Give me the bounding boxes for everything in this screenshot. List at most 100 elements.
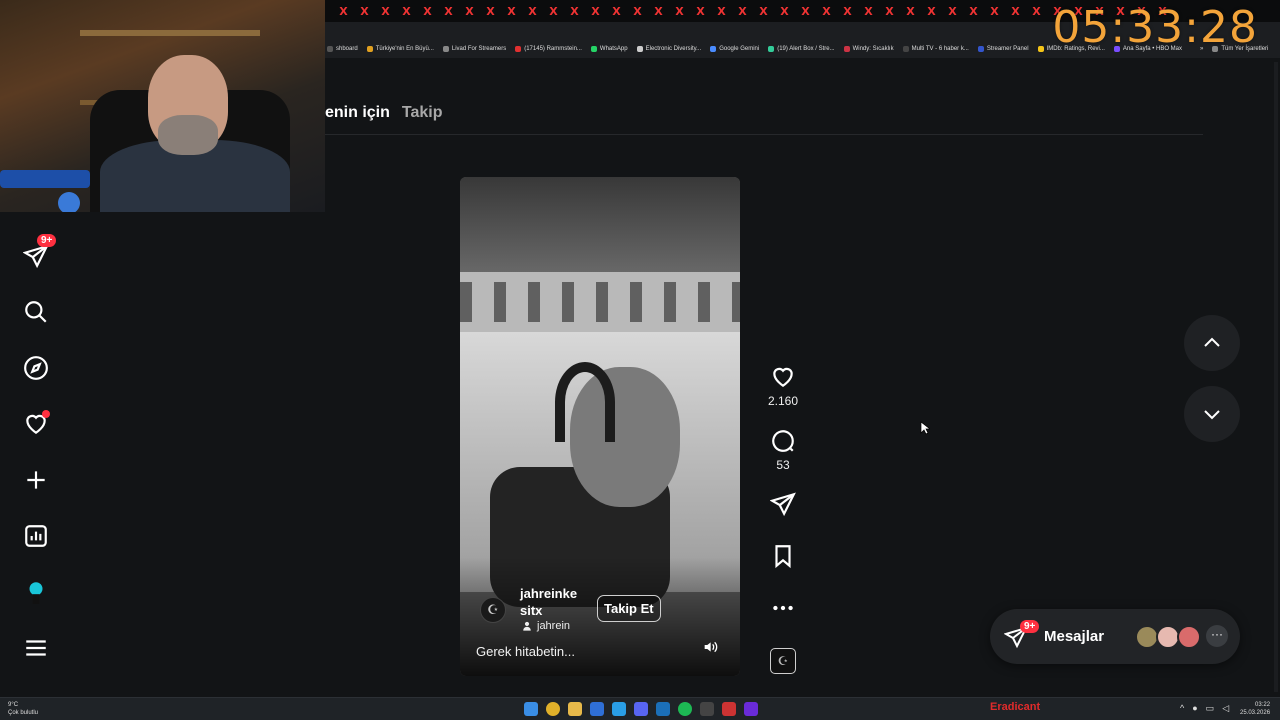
bookmark-item[interactable]: Electronic Diversity... — [636, 46, 701, 52]
tab-close-icon[interactable]: X — [711, 5, 732, 18]
feed-tabs: enin için Takip — [325, 104, 443, 122]
tab-close-icon[interactable]: X — [585, 5, 606, 18]
sidebar-item-profile[interactable] — [22, 578, 50, 606]
page-scrollbar[interactable] — [1274, 62, 1278, 692]
bookmark-item[interactable]: Livad For Streamers — [442, 46, 506, 52]
app-icon[interactable] — [590, 702, 604, 716]
tab-close-icon[interactable]: X — [396, 5, 417, 18]
tab-close-icon[interactable]: X — [669, 5, 690, 18]
spotify-icon[interactable] — [678, 702, 692, 716]
tab-close-icon[interactable]: X — [837, 5, 858, 18]
tab-close-icon[interactable]: X — [774, 5, 795, 18]
bookmark-favicon-icon — [366, 46, 373, 52]
app-icon[interactable] — [722, 702, 736, 716]
bookmark-item[interactable]: Türkiye'nin En Büyü... — [366, 46, 434, 52]
next-reel-button[interactable] — [1184, 386, 1240, 442]
webcam-shelf — [80, 30, 260, 36]
reel-video[interactable]: ☪ jahreinke sitx Takip Et jahrein Gerek … — [460, 177, 740, 676]
tab-close-icon[interactable]: X — [648, 5, 669, 18]
mic-icon[interactable]: ● — [1192, 703, 1197, 714]
sidebar-item-notifications[interactable] — [22, 410, 50, 438]
comment-icon — [772, 430, 794, 452]
tab-close-icon[interactable]: X — [438, 5, 459, 18]
network-icon[interactable]: ▭ — [1206, 703, 1215, 714]
bookmark-item[interactable]: Streamer Panel — [977, 46, 1029, 52]
tab-close-icon[interactable]: X — [1005, 5, 1026, 18]
sidebar-item-more[interactable] — [22, 634, 50, 662]
app-icon[interactable] — [612, 702, 626, 716]
tab-close-icon[interactable]: X — [417, 5, 438, 18]
reel-username[interactable]: jahreinke sitx — [520, 585, 590, 619]
bookmark-item[interactable]: WhatsApp — [590, 46, 628, 52]
reel-caption[interactable]: Gerek hitabetin... — [476, 644, 575, 659]
bookmark-item[interactable]: (19) Alert Box / Stre... — [768, 46, 835, 52]
tab-close-icon[interactable]: X — [543, 5, 564, 18]
tab-close-icon[interactable]: X — [921, 5, 942, 18]
tab-close-icon[interactable]: X — [459, 5, 480, 18]
tab-close-icon[interactable]: X — [963, 5, 984, 18]
comment-action[interactable]: 53 — [762, 428, 804, 472]
tab-close-icon[interactable]: X — [480, 5, 501, 18]
bookmark-item[interactable]: Google Gemini — [710, 46, 759, 52]
more-options-action[interactable] — [762, 595, 804, 621]
volume-icon[interactable]: ◁ — [1222, 703, 1229, 714]
tab-close-icon[interactable]: X — [858, 5, 879, 18]
tab-close-icon[interactable]: X — [333, 5, 354, 18]
tab-close-icon[interactable]: X — [564, 5, 585, 18]
sidebar-item-direct[interactable]: 9+ — [22, 234, 57, 270]
bookmark-item[interactable]: Windy: Sıcaklık — [843, 46, 894, 52]
previous-reel-button[interactable] — [1184, 315, 1240, 371]
messages-button[interactable]: 9+ Mesajlar ··· — [990, 609, 1240, 664]
bookmark-label: Türkiye'nin En Büyü... — [375, 46, 434, 52]
weather-widget[interactable]: 9°C Çok bulutlu — [8, 701, 38, 717]
tab-close-icon[interactable]: X — [627, 5, 648, 18]
reel-audio-avatar[interactable]: ☪ — [770, 648, 796, 674]
tab-close-icon[interactable]: X — [1026, 5, 1047, 18]
save-action[interactable] — [762, 543, 804, 569]
bookmark-item[interactable]: Multi TV - 6 haber k... — [902, 46, 969, 52]
system-tray[interactable]: ^ ● ▭ ◁ — [1180, 703, 1229, 714]
tab-close-icon[interactable]: X — [606, 5, 627, 18]
tab-close-icon[interactable]: X — [795, 5, 816, 18]
volume-icon[interactable] — [702, 639, 718, 655]
tab-close-icon[interactable]: X — [900, 5, 921, 18]
bookmark-item[interactable]: (17145) Rammstein... — [515, 46, 582, 52]
chrome-icon[interactable] — [546, 702, 560, 716]
sidebar-item-dashboard[interactable] — [22, 522, 50, 550]
reel-audio[interactable]: jahrein — [522, 620, 570, 632]
folder-icon[interactable] — [568, 702, 582, 716]
sidebar-item-create[interactable] — [22, 466, 50, 494]
tab-close-icon[interactable]: X — [522, 5, 543, 18]
tab-close-icon[interactable]: X — [942, 5, 963, 18]
like-action[interactable]: 2.160 — [762, 364, 804, 408]
discord-icon[interactable] — [634, 702, 648, 716]
taskbar-date: 25.03.2026 — [1240, 710, 1271, 716]
taskbar-clock[interactable]: 03:22 25.03.2026 — [1240, 701, 1270, 717]
tab-following[interactable]: Takip — [402, 104, 443, 122]
bookmark-item[interactable]: shboard — [327, 46, 358, 52]
follow-button[interactable]: Takip Et — [597, 595, 661, 622]
app-icon[interactable] — [744, 702, 758, 716]
reel-headphones — [555, 362, 615, 442]
chevron-up-icon[interactable]: ^ — [1180, 703, 1184, 714]
tab-close-icon[interactable]: X — [879, 5, 900, 18]
share-action[interactable] — [762, 491, 804, 517]
tab-close-icon[interactable]: X — [753, 5, 774, 18]
weather-temp: 9°C — [8, 702, 19, 708]
tab-close-icon[interactable]: X — [375, 5, 396, 18]
app-icon[interactable] — [700, 702, 714, 716]
windows-start-icon[interactable] — [524, 702, 538, 716]
tab-close-icon[interactable]: X — [354, 5, 375, 18]
tab-close-icon[interactable]: X — [816, 5, 837, 18]
reel-author-avatar[interactable]: ☪ — [480, 597, 506, 623]
sidebar-item-search[interactable] — [22, 298, 50, 326]
bookmark-favicon-icon — [1037, 46, 1044, 52]
tab-for-you[interactable]: enin için — [325, 104, 390, 122]
steam-icon[interactable] — [656, 702, 670, 716]
sidebar-item-explore[interactable] — [22, 354, 50, 382]
tab-close-icon[interactable]: X — [501, 5, 522, 18]
tab-close-icon[interactable]: X — [732, 5, 753, 18]
tab-close-icon[interactable]: X — [984, 5, 1005, 18]
tab-close-icon[interactable]: X — [690, 5, 711, 18]
bookmark-label: Streamer Panel — [986, 46, 1029, 52]
